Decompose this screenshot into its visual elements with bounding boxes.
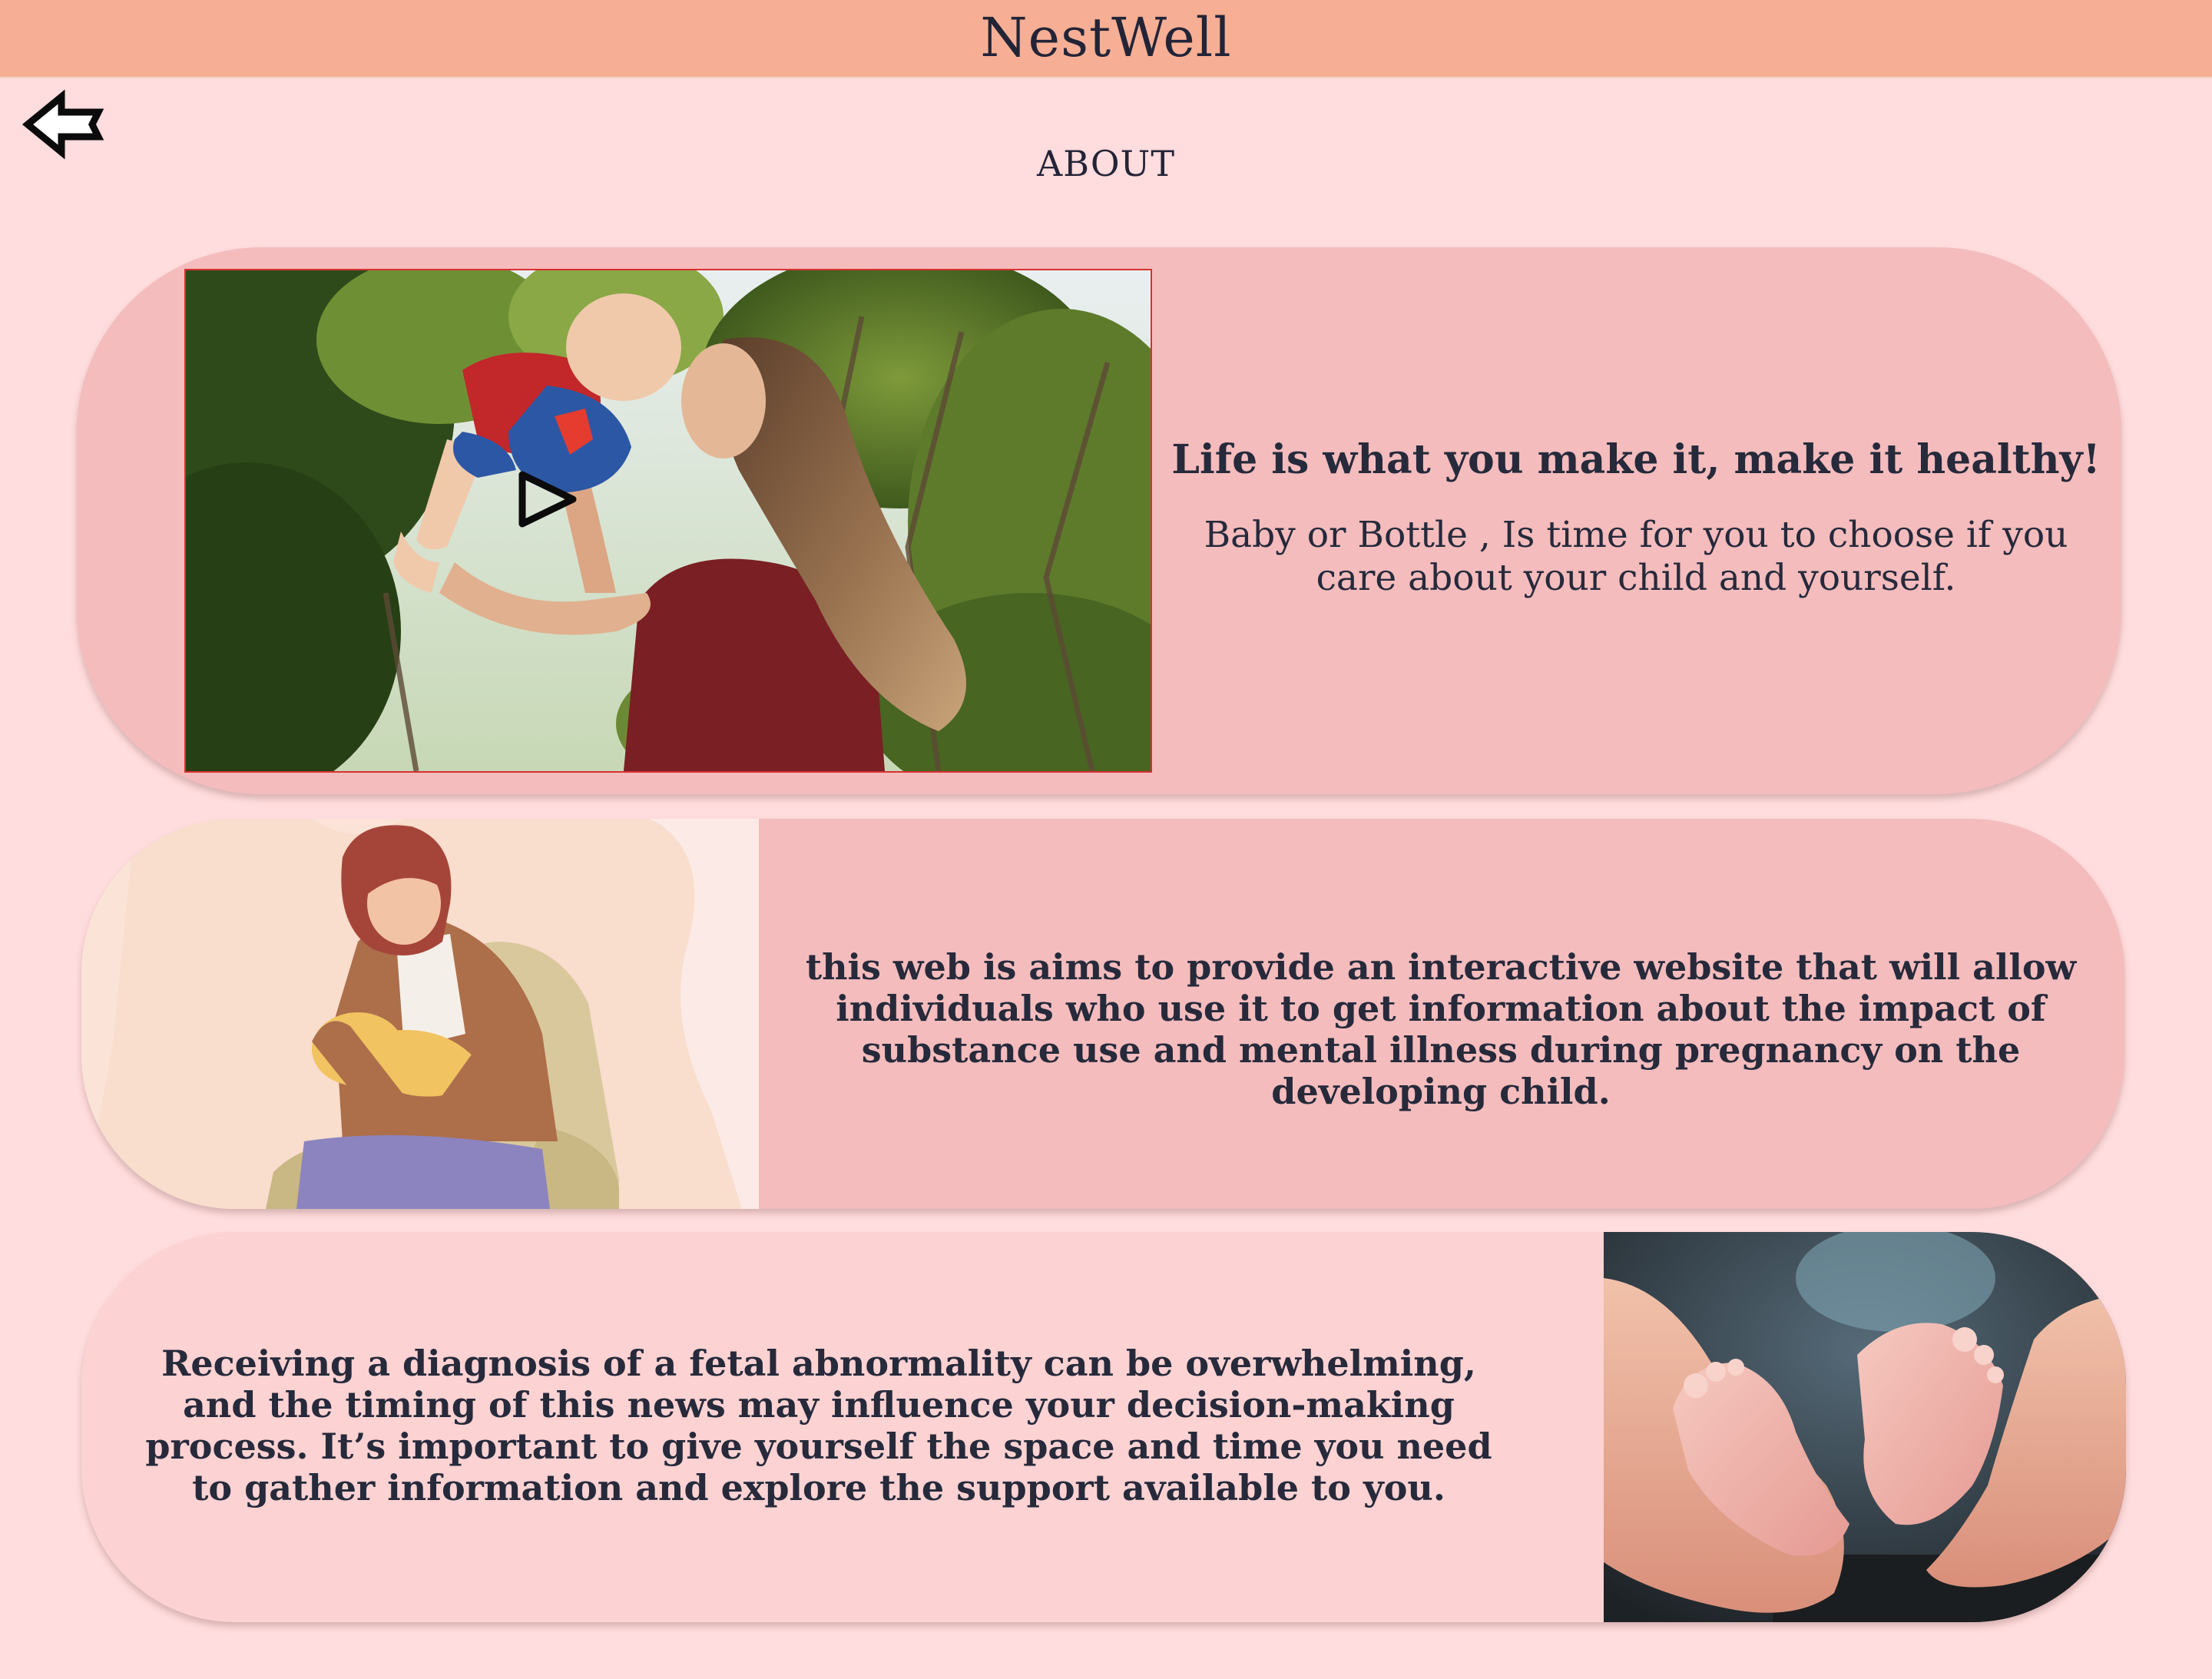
about-page: NestWell ABOUT Life is what you make it,… xyxy=(0,0,2212,1679)
play-video-button[interactable] xyxy=(515,469,581,530)
about-card-3: Receiving a diagnosis of a fetal abnorma… xyxy=(81,1232,2126,1622)
card-1-heading: Life is what you make it, make it health… xyxy=(1171,436,2101,483)
card-3-text: Receiving a diagnosis of a fetal abnorma… xyxy=(145,1343,1492,1508)
page-title: ABOUT xyxy=(1036,143,1176,184)
card-1-body: Baby or Bottle , Is time for you to choo… xyxy=(1204,514,2068,599)
play-icon xyxy=(518,471,577,528)
about-card-2: this web is aims to provide an interacti… xyxy=(81,819,2124,1209)
mother-feeding-baby-illustration xyxy=(81,819,759,1209)
mother-lifting-baby-photo xyxy=(184,269,1152,773)
app-header: NestWell xyxy=(0,0,2212,78)
card-1-text: Life is what you make it, make it health… xyxy=(1167,436,2104,600)
app-title: NestWell xyxy=(980,6,1232,69)
card-2-text: this web is aims to provide an interacti… xyxy=(805,946,2077,1112)
about-card-1: Life is what you make it, make it health… xyxy=(77,247,2121,794)
hands-holding-baby-feet-photo xyxy=(1604,1232,2126,1622)
